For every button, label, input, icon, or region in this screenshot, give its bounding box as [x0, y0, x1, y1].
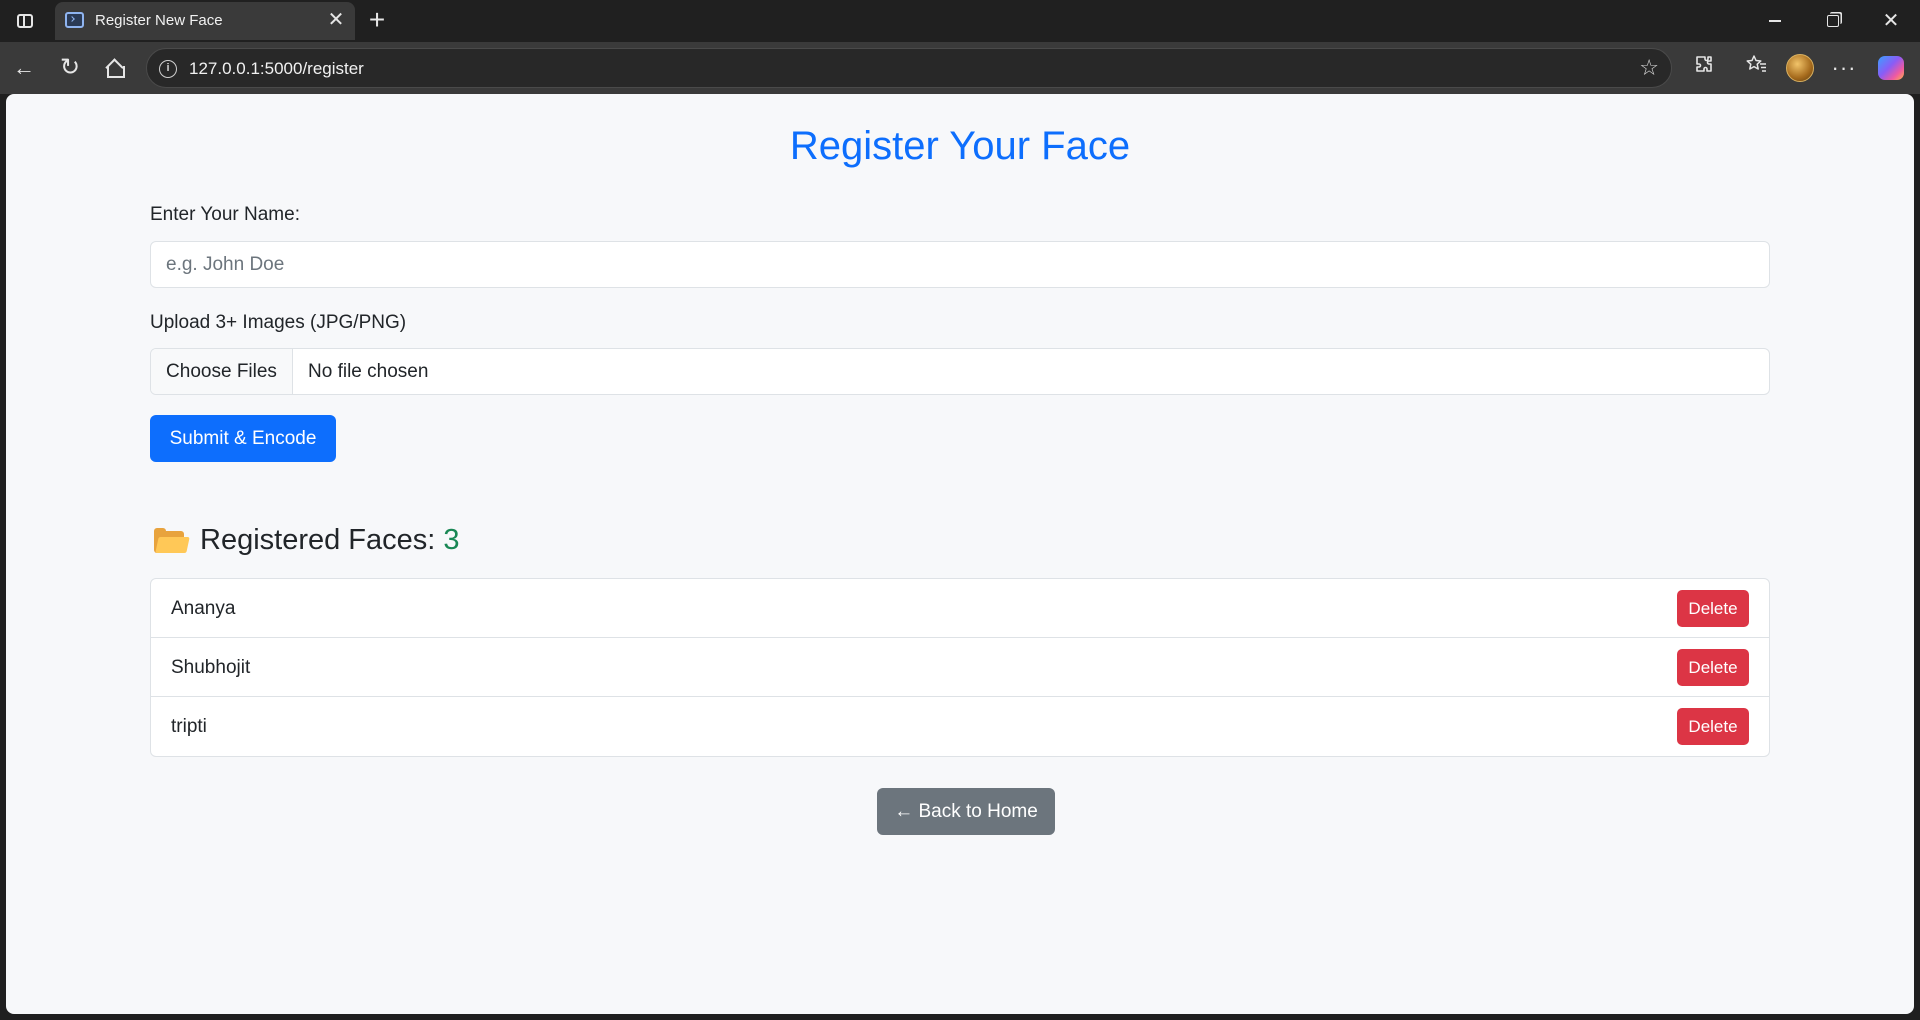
- choose-files-button[interactable]: Choose Files: [151, 349, 293, 394]
- copilot-icon[interactable]: [1878, 56, 1904, 80]
- browser-toolbar: ← ↻ i 127.0.0.1:5000/register ☆ ···: [0, 42, 1920, 94]
- file-status-text: No file chosen: [308, 361, 429, 382]
- submit-encode-button[interactable]: Submit & Encode: [150, 415, 336, 462]
- upload-label: Upload 3+ Images (JPG/PNG): [150, 312, 407, 333]
- browser-tab-active[interactable]: Register New Face ✕: [55, 2, 355, 40]
- browser-tab-strip: Register New Face ✕ + ✕: [0, 0, 1920, 42]
- window-restore-button[interactable]: [1810, 6, 1856, 36]
- page-title: Register Your Face: [789, 124, 1131, 168]
- file-upload-input[interactable]: Choose Files No file chosen: [150, 348, 1770, 395]
- page-favicon: [65, 12, 84, 28]
- face-name: tripti: [171, 716, 207, 737]
- folder-icon: [154, 528, 190, 553]
- home-button[interactable]: [98, 52, 130, 84]
- home-icon: [105, 60, 125, 78]
- list-item: Ananya Delete: [151, 579, 1769, 638]
- favorites-icon[interactable]: [1740, 52, 1772, 84]
- name-input[interactable]: [150, 241, 1770, 288]
- face-name: Shubhojit: [171, 657, 251, 678]
- sidebar-toggle-icon[interactable]: [10, 8, 40, 34]
- info-icon[interactable]: i: [159, 60, 177, 78]
- window-minimize-button[interactable]: [1752, 6, 1798, 36]
- delete-button[interactable]: Delete: [1677, 590, 1749, 627]
- registered-faces-label: Registered Faces:: [200, 524, 436, 556]
- delete-button[interactable]: Delete: [1677, 649, 1749, 686]
- registered-faces-list: Ananya Delete Shubhojit Delete tripti De…: [150, 578, 1770, 757]
- tab-title: Register New Face: [95, 12, 223, 29]
- more-icon[interactable]: ···: [1828, 52, 1860, 84]
- registered-faces-count: 3: [443, 524, 460, 556]
- list-item: Shubhojit Delete: [151, 638, 1769, 697]
- list-item: tripti Delete: [151, 697, 1769, 756]
- url-text[interactable]: 127.0.0.1:5000/register: [189, 59, 364, 79]
- address-bar[interactable]: i 127.0.0.1:5000/register ☆: [146, 48, 1672, 88]
- back-button[interactable]: ←: [8, 52, 40, 84]
- profile-avatar[interactable]: [1786, 54, 1814, 82]
- name-label: Enter Your Name:: [150, 204, 300, 225]
- favorite-star-icon[interactable]: ☆: [1639, 55, 1659, 81]
- registered-faces-heading: Registered Faces: 3: [154, 524, 459, 557]
- reload-button[interactable]: ↻: [54, 52, 86, 84]
- face-name: Ananya: [171, 598, 236, 619]
- back-to-home-button[interactable]: ← Back to Home: [877, 788, 1055, 835]
- extensions-icon[interactable]: [1688, 52, 1720, 84]
- window-close-button[interactable]: ✕: [1868, 6, 1914, 36]
- page-viewport: Register Your Face Enter Your Name: Uplo…: [6, 94, 1914, 1014]
- tab-close-icon[interactable]: ✕: [325, 9, 347, 31]
- new-tab-button[interactable]: +: [362, 6, 392, 36]
- delete-button[interactable]: Delete: [1677, 708, 1749, 745]
